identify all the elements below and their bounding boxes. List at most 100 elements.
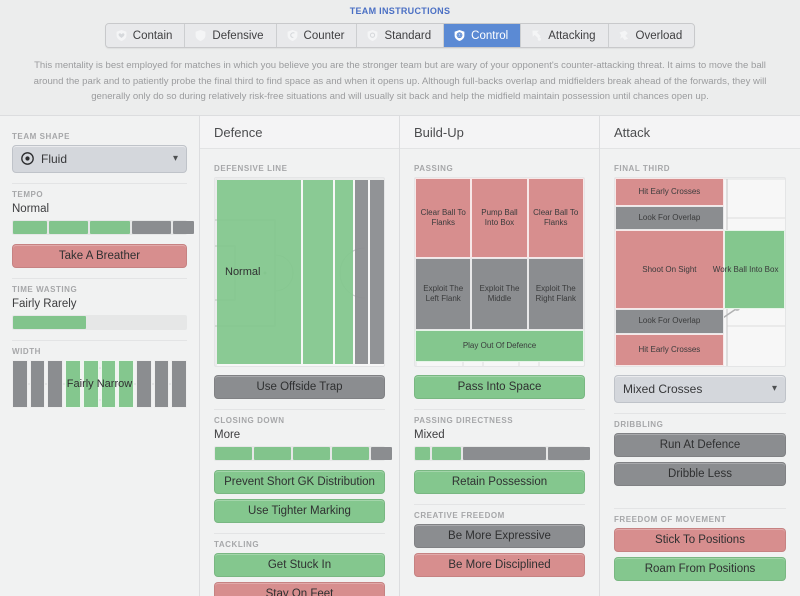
option-be-more-expressive[interactable]: Be More Expressive: [414, 523, 585, 548]
passing-directness-segment[interactable]: [462, 446, 547, 460]
width-segment[interactable]: [100, 359, 117, 408]
passing-zone[interactable]: Play Out Of Defence: [415, 329, 584, 362]
mentality-tab-label: Counter: [303, 29, 345, 42]
mentality-tab-standard[interactable]: Standard: [357, 24, 445, 47]
width-segment[interactable]: [12, 359, 28, 408]
width-segment[interactable]: [47, 359, 64, 408]
option-be-more-disciplined[interactable]: Be More Disciplined: [414, 552, 585, 577]
closing-down-segment[interactable]: [254, 446, 292, 460]
take-a-breather-button[interactable]: Take A Breather: [12, 243, 187, 268]
pass-into-space-button[interactable]: Pass Into Space: [414, 374, 585, 399]
time-wasting-label: TIME WASTING: [12, 284, 78, 294]
divider: [414, 503, 585, 505]
closing-down-slider[interactable]: [214, 445, 392, 461]
use-offside-trap-button[interactable]: Use Offside Trap: [214, 374, 385, 399]
mentality-tab-counter[interactable]: Counter: [276, 24, 358, 47]
passing-zone-label: Exploit The Left Flank: [423, 284, 464, 304]
tempo-segment[interactable]: [172, 220, 194, 234]
passing-directness-slider[interactable]: [414, 445, 590, 461]
passing-zone-label: Clear Ball To Flanks: [533, 208, 579, 227]
final-third-zone[interactable]: Shoot On Sight: [615, 230, 724, 310]
width-segment[interactable]: [135, 359, 152, 408]
tempo-slider[interactable]: [12, 219, 194, 235]
defensive-line-pitch[interactable]: Normal: [214, 176, 385, 367]
divider: [614, 412, 786, 414]
width-segment[interactable]: [65, 359, 81, 408]
shield-heart-icon: [115, 29, 128, 42]
team-shape-dropdown[interactable]: Fluid ▾: [12, 144, 187, 173]
passing-zone[interactable]: Exploit The Middle: [471, 258, 528, 330]
divider: [614, 507, 786, 509]
passing-zone-label: Play Out Of Defence: [462, 340, 537, 350]
option-run-at-defence[interactable]: Run At Defence: [614, 432, 786, 457]
closing-down-segment[interactable]: [293, 446, 331, 460]
defensive-line-band[interactable]: [370, 179, 384, 364]
mentality-tab-contain[interactable]: Contain: [105, 24, 186, 47]
closing-down-segment[interactable]: [371, 446, 392, 460]
passing-zone[interactable]: Exploit The Left Flank: [415, 258, 472, 330]
mentality-tab-label: Attacking: [548, 29, 596, 42]
mentality-tab-defensive[interactable]: Defensive: [185, 24, 277, 47]
option-retain-possession[interactable]: Retain Possession: [414, 469, 585, 494]
passing-directness-segment[interactable]: [431, 446, 461, 460]
defensive-line-band[interactable]: [334, 179, 353, 364]
divider: [214, 408, 385, 410]
option-use-tighter-marking[interactable]: Use Tighter Marking: [214, 498, 385, 523]
passing-pitch[interactable]: Clear Ball To Flanks Pump Ball Into Box Cl…: [414, 176, 585, 367]
option-stay-on-feet[interactable]: Stay On Feet: [214, 581, 385, 596]
final-third-label: FINAL THIRD: [614, 163, 671, 173]
arrow-up-left-icon: [530, 29, 543, 42]
mentality-tab-overload[interactable]: Overload: [608, 24, 695, 47]
option-prevent-short-gk-distribution[interactable]: Prevent Short GK Distribution: [214, 469, 385, 494]
passing-directness-value: Mixed: [414, 428, 445, 441]
header: TEAM INSTRUCTIONS Contain Defensive Counte…: [0, 0, 800, 115]
passing-directness-segment[interactable]: [415, 446, 430, 460]
passing-directness-segment[interactable]: [548, 446, 590, 460]
width-segment[interactable]: [29, 359, 46, 408]
mentality-selector[interactable]: Contain Defensive Counter Standard Control At…: [104, 23, 696, 48]
width-segment[interactable]: [153, 359, 170, 408]
width-widget[interactable]: Fairly Narrow: [12, 359, 188, 408]
option-get-stuck-in[interactable]: Get Stuck In: [214, 552, 385, 577]
final-third-zone[interactable]: Hit Early Crosses: [615, 333, 724, 366]
mentality-description: This mentality is best employed for matc…: [33, 60, 767, 103]
final-third-pitch[interactable]: Hit Early Crosses Look For Overlap Shoot O…: [614, 176, 786, 367]
width-segment[interactable]: [82, 359, 99, 408]
mentality-bar: Contain Defensive Counter Standard Control At…: [0, 23, 800, 48]
defence-title: Defence: [200, 115, 399, 149]
closing-down-segment[interactable]: [215, 446, 253, 460]
final-third-zone-label: Hit Early Crosses: [638, 186, 701, 196]
width-segment[interactable]: [118, 359, 134, 408]
final-third-zone[interactable]: Work Ball Into Box: [713, 230, 785, 310]
option-roam-from-positions[interactable]: Roam From Positions: [614, 556, 786, 581]
time-wasting-slider[interactable]: [12, 314, 187, 330]
tempo-segment[interactable]: [90, 220, 130, 234]
passing-zone[interactable]: Pump Ball Into Box: [471, 177, 528, 259]
tempo-segment[interactable]: [49, 220, 89, 234]
passing-zone[interactable]: Clear Ball To Flanks: [527, 177, 584, 259]
final-third-zone[interactable]: Look For Overlap: [615, 205, 724, 231]
target-icon: [21, 152, 34, 165]
defensive-line-band[interactable]: [354, 179, 369, 364]
width-segment[interactable]: [171, 359, 188, 408]
closing-down-segment[interactable]: [332, 446, 370, 460]
option-stick-to-positions[interactable]: Stick To Positions: [614, 527, 786, 552]
creative-freedom-label: CREATIVE FREEDOM: [414, 510, 505, 520]
passing-zone[interactable]: Clear Ball To Flanks: [415, 177, 472, 259]
mentality-tab-attacking[interactable]: Attacking: [521, 24, 609, 47]
tempo-segment[interactable]: [131, 220, 171, 234]
divider: [12, 182, 187, 184]
tempo-segment[interactable]: [13, 220, 48, 234]
crossing-dropdown[interactable]: Mixed Crosses ▾: [614, 374, 786, 403]
defensive-line-band[interactable]: [303, 179, 333, 364]
final-third-zone[interactable]: Look For Overlap: [615, 309, 724, 334]
passing-label: PASSING: [414, 163, 454, 173]
passing-zone[interactable]: Exploit The Right Flank: [527, 258, 584, 330]
final-third-zone[interactable]: Hit Early Crosses: [615, 177, 724, 206]
buildup-column: Build-Up PASSING Clear Ball To Flanks Pu…: [400, 115, 600, 596]
mentality-tab-control[interactable]: Control: [444, 24, 522, 47]
width-label: WIDTH: [12, 346, 41, 356]
attack-column: Attack FINAL THIRD Hit Early Crosses Loo…: [600, 115, 800, 596]
option-dribble-less[interactable]: Dribble Less: [614, 461, 786, 486]
defensive-line-band[interactable]: [217, 179, 302, 364]
